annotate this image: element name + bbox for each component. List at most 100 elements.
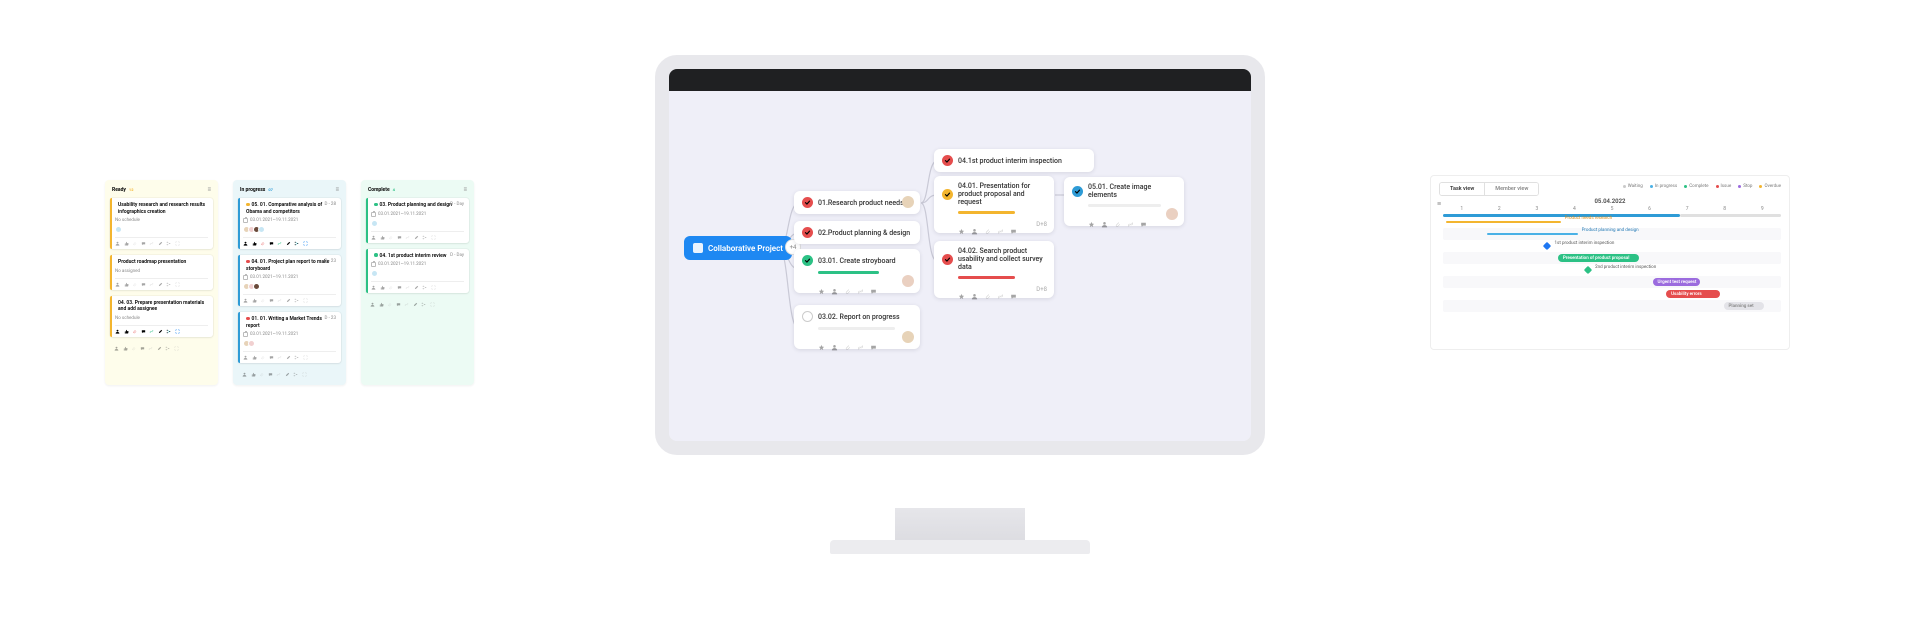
clip-icon[interactable] <box>132 282 137 287</box>
branch-icon[interactable] <box>294 355 299 360</box>
expand-icon[interactable] <box>302 372 307 377</box>
expand-icon[interactable] <box>303 298 308 303</box>
pen-icon[interactable] <box>414 235 419 240</box>
thumb-icon[interactable] <box>124 282 129 287</box>
kanban-card[interactable]: D - Day03. Product planning and design03… <box>366 198 469 243</box>
link-icon[interactable] <box>997 220 1004 227</box>
mindmap-canvas[interactable]: Collaborative Project +4 01.Research pro… <box>669 91 1251 441</box>
thumb-icon[interactable] <box>252 241 257 246</box>
link-icon[interactable] <box>277 241 282 246</box>
chat-icon[interactable] <box>397 285 402 290</box>
expand-icon[interactable] <box>430 302 435 307</box>
mindmap-node[interactable]: 03.02. Report on progress <box>794 305 920 349</box>
pen-icon[interactable] <box>157 346 162 351</box>
person-icon[interactable] <box>115 282 120 287</box>
pen-icon[interactable] <box>158 241 163 246</box>
tab-task-view[interactable]: Task view <box>1440 183 1485 195</box>
star-icon[interactable] <box>818 336 825 343</box>
link-icon[interactable] <box>276 372 281 377</box>
branch-icon[interactable] <box>422 285 427 290</box>
kanban-card[interactable]: D - Day04. 1st product interim review03.… <box>366 249 469 294</box>
person-icon[interactable] <box>243 241 248 246</box>
link-icon[interactable] <box>149 282 154 287</box>
milestone-icon[interactable] <box>1584 266 1592 274</box>
gantt-line[interactable] <box>1446 221 1561 223</box>
person-icon[interactable] <box>114 346 119 351</box>
thumb-icon[interactable] <box>252 298 257 303</box>
clip-icon[interactable] <box>388 235 393 240</box>
gantt-bar[interactable]: Presentation of product proposal <box>1558 254 1639 262</box>
star-icon[interactable] <box>818 280 825 287</box>
expand-icon[interactable] <box>303 241 308 246</box>
link-icon[interactable] <box>149 241 154 246</box>
chat-icon[interactable] <box>141 282 146 287</box>
mindmap-node[interactable]: 04.1st product interim inspection <box>934 149 1094 172</box>
chat-icon[interactable] <box>396 302 401 307</box>
mindmap-node[interactable]: 02.Product planning & design <box>794 221 920 244</box>
clip-icon[interactable] <box>984 285 991 292</box>
star-icon[interactable] <box>958 285 965 292</box>
pen-icon[interactable] <box>286 355 291 360</box>
kanban-card[interactable]: D - 2301. 01. Writing a Market Trends re… <box>238 312 341 363</box>
kanban-card[interactable]: D - 2304. 01. Project plan report to mak… <box>238 255 341 306</box>
clip-icon[interactable] <box>260 298 265 303</box>
person-icon[interactable] <box>115 329 120 334</box>
expand-icon[interactable] <box>431 285 436 290</box>
person-icon[interactable] <box>370 302 375 307</box>
chat-icon[interactable] <box>397 235 402 240</box>
link-icon[interactable] <box>857 336 864 343</box>
branch-icon[interactable] <box>166 282 171 287</box>
person-icon[interactable] <box>971 220 978 227</box>
menu-icon[interactable]: ≡ <box>335 186 339 193</box>
menu-icon[interactable]: ≡ <box>207 186 211 193</box>
link-icon[interactable] <box>405 235 410 240</box>
gantt-bar[interactable]: Planning set <box>1724 302 1765 310</box>
link-icon[interactable] <box>857 280 864 287</box>
clip-icon[interactable] <box>844 280 851 287</box>
branch-icon[interactable] <box>422 235 427 240</box>
clip-icon[interactable] <box>132 241 137 246</box>
person-icon[interactable] <box>243 298 248 303</box>
expand-icon[interactable] <box>175 329 180 334</box>
branch-icon[interactable] <box>294 298 299 303</box>
chat-icon[interactable] <box>1010 220 1017 227</box>
clip-icon[interactable] <box>260 241 265 246</box>
branch-icon[interactable] <box>166 241 171 246</box>
mindmap-node[interactable]: 03.01. Create stroyboard <box>794 249 920 293</box>
person-icon[interactable] <box>242 372 247 377</box>
thumb-icon[interactable] <box>124 241 129 246</box>
branch-icon[interactable] <box>421 302 426 307</box>
branch-icon[interactable] <box>294 241 299 246</box>
clip-icon[interactable] <box>388 285 393 290</box>
expand-icon[interactable] <box>431 235 436 240</box>
chat-icon[interactable] <box>1010 285 1017 292</box>
kanban-card[interactable]: D - 2805. 01. Comparative analysis of Ob… <box>238 198 341 249</box>
person-icon[interactable] <box>831 280 838 287</box>
pen-icon[interactable] <box>158 282 163 287</box>
thumb-icon[interactable] <box>380 285 385 290</box>
link-icon[interactable] <box>277 355 282 360</box>
gantt-bar[interactable]: Usability errors <box>1666 290 1720 298</box>
expand-icon[interactable] <box>175 241 180 246</box>
thumb-icon[interactable] <box>380 235 385 240</box>
thumb-icon[interactable] <box>251 372 256 377</box>
clip-icon[interactable] <box>259 372 264 377</box>
link-icon[interactable] <box>149 329 154 334</box>
chat-icon[interactable] <box>269 241 274 246</box>
chat-icon[interactable] <box>870 280 877 287</box>
pen-icon[interactable] <box>285 372 290 377</box>
person-icon[interactable] <box>371 285 376 290</box>
mindmap-node[interactable]: 04.01. Presentation for product proposal… <box>934 176 1054 233</box>
link-icon[interactable] <box>148 346 153 351</box>
pen-icon[interactable] <box>414 285 419 290</box>
chat-icon[interactable] <box>269 298 274 303</box>
person-icon[interactable] <box>971 285 978 292</box>
thumb-icon[interactable] <box>124 329 129 334</box>
gantt-line[interactable] <box>1487 233 1578 235</box>
clip-icon[interactable] <box>131 346 136 351</box>
star-icon[interactable] <box>1088 213 1095 220</box>
thumb-icon[interactable] <box>123 346 128 351</box>
milestone-icon[interactable] <box>1543 242 1551 250</box>
link-icon[interactable] <box>1127 213 1134 220</box>
mindmap-node[interactable]: 04.02. Search product usability and coll… <box>934 241 1054 298</box>
